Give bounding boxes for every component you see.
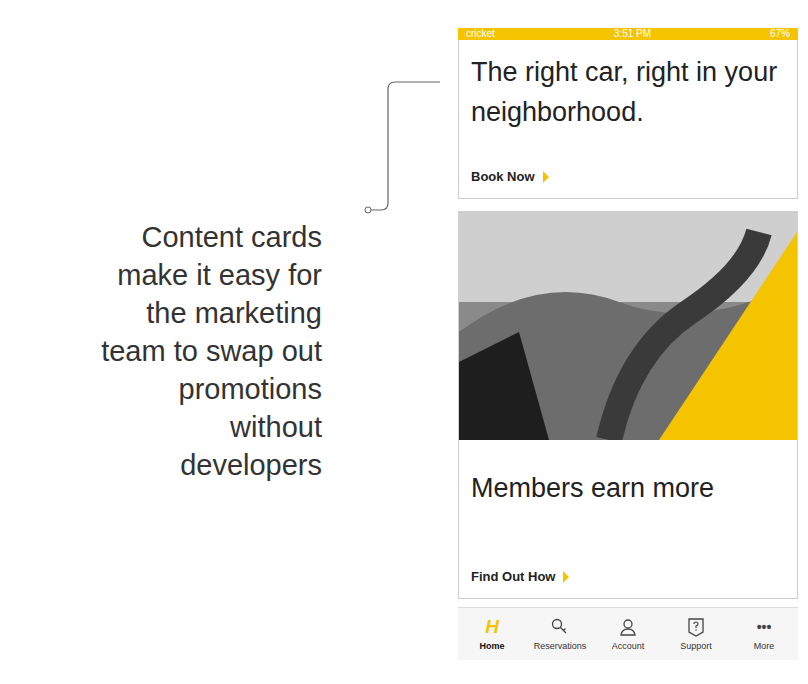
person-icon <box>618 617 638 637</box>
time: 3:51 PM <box>614 28 651 40</box>
tab-item[interactable]: Reservations <box>526 608 594 660</box>
content-card[interactable]: Members earn more Find Out How <box>458 211 798 599</box>
tab-label: More <box>754 641 775 651</box>
card-link[interactable]: Find Out How <box>471 569 785 584</box>
card-title: The right car, right in your neighborhoo… <box>471 52 785 132</box>
tab-label: Account <box>612 641 645 651</box>
arrow-icon <box>543 171 549 183</box>
caption-column: Content cards make it easy for the marke… <box>0 0 458 684</box>
tab-bar: H Home Reservations Account Support ••• More <box>458 607 798 660</box>
tab-item[interactable]: Support <box>662 608 730 660</box>
promo-photo <box>459 212 797 440</box>
arrow-icon <box>563 571 569 583</box>
tab-item[interactable]: Account <box>594 608 662 660</box>
card-body: The right car, right in your neighborhoo… <box>459 40 797 198</box>
card-title: Members earn more <box>471 468 785 508</box>
content-card[interactable]: The right car, right in your neighborhoo… <box>458 40 798 199</box>
card-body: Members earn more Find Out How <box>459 440 797 598</box>
caption: Content cards make it easy for the marke… <box>82 218 322 484</box>
status-bar: cricket 3:51 PM 67% <box>458 28 798 40</box>
carrier: cricket <box>466 28 495 40</box>
key-icon <box>550 617 570 637</box>
tab-item[interactable]: H Home <box>458 608 526 660</box>
card-link[interactable]: Book Now <box>471 169 785 184</box>
battery: 67% <box>770 28 790 40</box>
phone-screen: cricket 3:51 PM 67% The right car, right in… <box>458 28 798 684</box>
tab-label: Reservations <box>534 641 587 651</box>
tab-glyph-icon: H <box>485 617 499 637</box>
tab-label: Support <box>680 641 712 651</box>
tab-label: Home <box>479 641 504 651</box>
help-icon <box>686 617 706 637</box>
page: Content cards make it easy for the marke… <box>0 0 808 684</box>
connector-line <box>360 76 450 216</box>
tab-item[interactable]: ••• More <box>730 608 798 660</box>
tab-glyph-icon: ••• <box>757 617 772 637</box>
